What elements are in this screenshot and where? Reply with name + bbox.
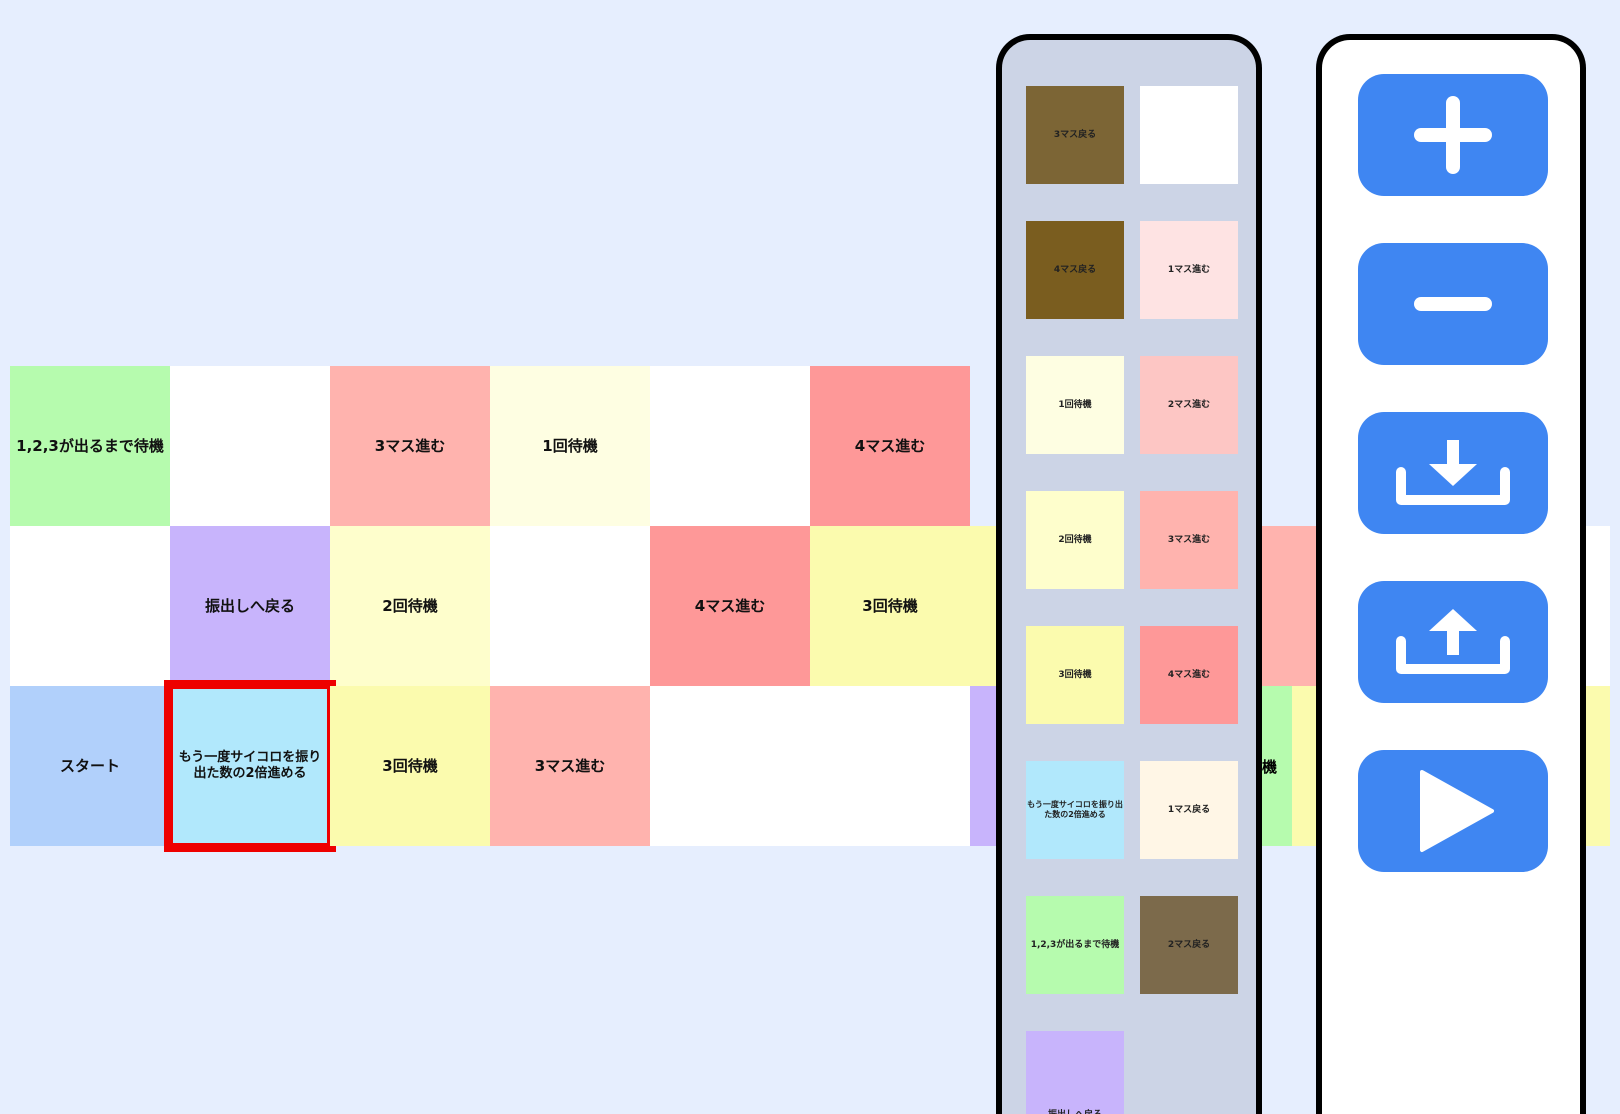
board-cell-partial: 機 — [1262, 686, 1292, 846]
palette-swatch[interactable]: 振出しへ戻る — [1026, 1031, 1124, 1114]
board-cell[interactable] — [650, 366, 810, 526]
palette-swatch[interactable]: 3回待機 — [1026, 626, 1124, 724]
upload-icon — [1396, 609, 1510, 674]
board-cell[interactable]: 1回待機 — [490, 366, 650, 526]
board-cell[interactable]: 4マス進む — [810, 366, 970, 526]
board-cell[interactable]: 1,2,3が出るまで待機 — [10, 366, 170, 526]
palette-swatch[interactable]: 1マス進む — [1140, 221, 1238, 319]
board-cell-partial — [1586, 686, 1610, 846]
palette-swatch[interactable]: 1回待機 — [1026, 356, 1124, 454]
board-cell[interactable] — [810, 686, 970, 846]
board-cell-partial — [1586, 526, 1610, 686]
play-icon — [1420, 770, 1494, 852]
plus-icon — [1414, 96, 1492, 174]
board-cell-partial — [1292, 686, 1316, 846]
download-icon — [1396, 440, 1510, 505]
board-cell[interactable]: 3マス進む — [330, 366, 490, 526]
board-cell[interactable]: 3回待機 — [810, 526, 970, 686]
palette-swatch[interactable]: 4マス進む — [1140, 626, 1238, 724]
toolbar — [1316, 34, 1586, 1114]
palette-swatch[interactable]: 2回待機 — [1026, 491, 1124, 589]
palette-swatch[interactable]: 2マス戻る — [1140, 896, 1238, 994]
download-button[interactable] — [1358, 412, 1548, 534]
board-cell-partial — [1262, 526, 1316, 686]
palette-swatch[interactable]: もう一度サイコロを振り出た数の2倍進める — [1026, 761, 1124, 859]
palette-swatch[interactable]: 1,2,3が出るまで待機 — [1026, 896, 1124, 994]
board-cell[interactable] — [490, 526, 650, 686]
board-cell[interactable] — [650, 686, 810, 846]
add-button[interactable] — [1358, 74, 1548, 196]
palette-swatch[interactable]: 2マス進む — [1140, 356, 1238, 454]
board-cell[interactable]: 2回待機 — [330, 526, 490, 686]
minus-icon — [1414, 297, 1492, 311]
palette-swatch[interactable] — [1140, 86, 1238, 184]
palette-swatch[interactable]: 4マス戻る — [1026, 221, 1124, 319]
board-cell[interactable]: 振出しへ戻る — [170, 526, 330, 686]
palette-swatch[interactable]: 1マス戻る — [1140, 761, 1238, 859]
remove-button[interactable] — [1358, 243, 1548, 365]
partial-cell-label: 機 — [1262, 757, 1278, 776]
board-cell[interactable] — [10, 526, 170, 686]
board-cell[interactable]: 3マス進む — [490, 686, 650, 846]
tile-palette: 3マス戻る 4マス戻る 1マス進む 1回待機 2マス進む 2回待機 3マス進む … — [996, 34, 1262, 1114]
selected-board-cell[interactable]: もう一度サイコロを振り出た数の2倍進める — [164, 680, 336, 852]
play-button[interactable] — [1358, 750, 1548, 872]
palette-swatch[interactable]: 3マス戻る — [1026, 86, 1124, 184]
board-cell[interactable]: 4マス進む — [650, 526, 810, 686]
board-cell[interactable]: スタート — [10, 686, 170, 846]
upload-button[interactable] — [1358, 581, 1548, 703]
palette-swatch[interactable]: 3マス進む — [1140, 491, 1238, 589]
board-cell[interactable]: 3回待機 — [330, 686, 490, 846]
board-cell[interactable] — [170, 366, 330, 526]
